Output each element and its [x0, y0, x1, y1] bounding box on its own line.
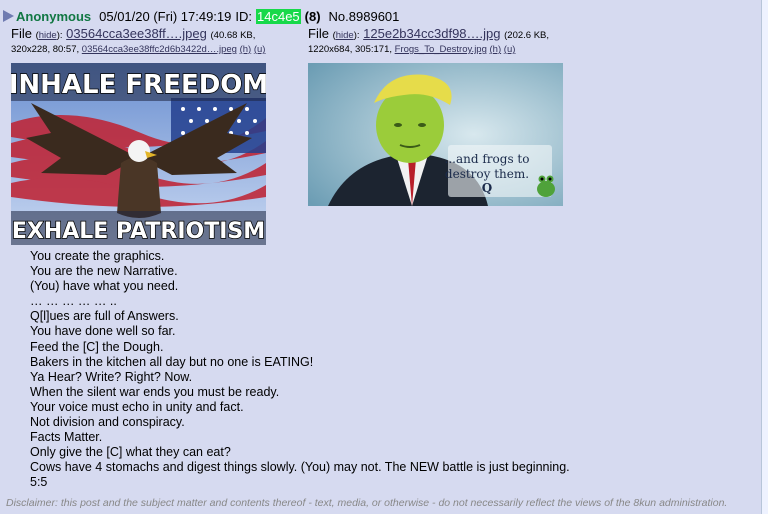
body-line: … … … … … .. [30, 294, 117, 309]
body-line: You create the graphics. [30, 249, 165, 263]
body-line: (You) have what you need. [30, 279, 179, 294]
caption-line-1: ...and frogs to [445, 152, 530, 166]
post-count: (8) [304, 8, 321, 24]
body-line: Ya Hear? Write? Right? Now. [30, 369, 193, 384]
thumbnail-frogs-image[interactable]: ...and frogs to destroy them. Q [308, 63, 563, 206]
poster-name: Anonymous [16, 8, 92, 24]
body-line: You have done well so far. [30, 324, 176, 339]
file-info-1: File (hide): 03564cca3ee38ff….jpeg (40.6… [11, 26, 266, 55]
h-link[interactable]: (h) [490, 44, 502, 55]
disclaimer: Disclaimer: this post and the subject ma… [6, 497, 728, 509]
file-label: File [308, 26, 329, 41]
body-line: 5:5 [30, 475, 48, 490]
h-link[interactable]: (h) [240, 44, 252, 55]
body-line: Cows have 4 stomachs and digest things s… [30, 460, 570, 475]
file-size: (40.68 KB, [210, 30, 256, 41]
u-link[interactable]: (u) [254, 44, 266, 55]
bottom-caption: EXHALE PATRIOTISM [12, 219, 265, 244]
caption-line-3: Q [482, 181, 492, 195]
post-container: Anonymous 05/01/20 (Fri) 17:49:19 ID: 14… [0, 0, 762, 514]
post-intro: Anonymous 05/01/20 (Fri) 17:49:19 ID: 14… [3, 7, 399, 25]
file-dimensions: 1220x684, 305:171, [308, 44, 392, 55]
body-line: Only give the [C] what they can eat? [30, 445, 231, 460]
thumbnail-eagle-image[interactable]: INHALE FREEDOM EXHALE PATRIOTISM [11, 63, 266, 245]
original-filename-link[interactable]: 03564cca3ee38ffc2d6b3422d….jpeg [82, 44, 237, 55]
body-line: When the silent war ends you must be rea… [30, 384, 280, 399]
body-line: Feed the [C] the Dough. [30, 339, 164, 354]
body-line: Bakers in the kitchen all day but no one… [30, 354, 314, 369]
file-info-2: File (hide): 125e2b34cc3df98….jpg (202.6… [308, 26, 550, 55]
post-body: You create the graphics. You are the new… [30, 249, 570, 491]
original-filename-link[interactable]: Frogs_To_Destroy.jpg [395, 44, 487, 55]
caption-line-2: destroy them. [445, 167, 529, 181]
top-caption: INHALE FREEDOM [11, 70, 266, 100]
file-size: (202.6 KB, [504, 30, 550, 41]
post-date: 05/01/20 (Fri) 17:49:19 [99, 8, 232, 24]
body-line: You are the new Narrative. [30, 264, 178, 279]
hide-link[interactable]: hide [336, 30, 354, 41]
file-label: File [11, 26, 32, 41]
u-link[interactable]: (u) [504, 44, 516, 55]
body-line: Not division and conspiracy. [30, 415, 185, 430]
poster-id[interactable]: 14c4e5 [256, 8, 301, 24]
id-label: ID: [235, 8, 252, 24]
file-link[interactable]: 125e2b34cc3df98….jpg [363, 26, 500, 41]
body-line: Facts Matter. [30, 430, 103, 445]
hide-link[interactable]: hide [39, 30, 57, 41]
file-dimensions: 320x228, 80:57, [11, 44, 80, 55]
file-link[interactable]: 03564cca3ee38ff….jpeg [66, 26, 207, 41]
post-number[interactable]: No.8989601 [329, 9, 400, 24]
body-line: Q[l]ues are full of Answers. [30, 309, 179, 324]
eagle-flag-picture: INHALE FREEDOM EXHALE PATRIOTISM [11, 63, 266, 245]
post-menu-arrow-icon[interactable] [3, 10, 14, 22]
body-line: Your voice must echo in unity and fact. [30, 399, 244, 414]
portrait-frog-picture: ...and frogs to destroy them. Q [308, 63, 563, 206]
